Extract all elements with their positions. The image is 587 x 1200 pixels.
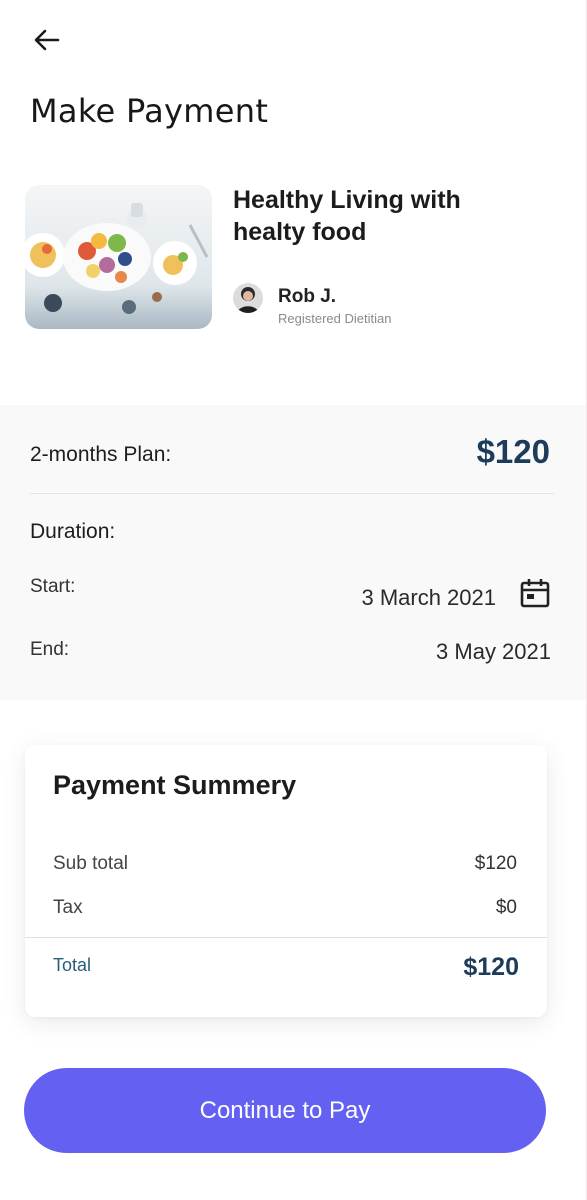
end-date: 3 May 2021: [436, 639, 551, 664]
page-title: Make Payment: [30, 92, 269, 130]
tax-value: $0: [495, 897, 517, 918]
tax-label: Tax: [53, 897, 83, 918]
author-photo: [233, 283, 263, 313]
divider: [25, 937, 547, 938]
course-title[interactable]: Healthy Living with healty food: [233, 184, 533, 248]
plan-price: $120: [476, 433, 550, 470]
start-date[interactable]: 3 March 2021: [361, 585, 496, 611]
arrow-left-icon: [34, 29, 60, 51]
payment-screen: Make Payment Healthy Living with healty …: [0, 0, 587, 1200]
course-thumbnail[interactable]: [25, 185, 212, 329]
calendar-icon: [520, 579, 550, 608]
total-label: Total: [53, 955, 92, 975]
continue-to-pay-button[interactable]: Continue to Pay: [24, 1068, 546, 1153]
payment-summary-card: Payment Summery Sub total $120 Tax $0 To…: [25, 745, 547, 1017]
duration-label: Duration:: [30, 520, 116, 543]
calendar-button[interactable]: [519, 577, 551, 609]
plan-label: 2-months Plan:: [30, 443, 172, 466]
subtotal-label: Sub total: [53, 853, 128, 874]
end-label: End:: [30, 639, 70, 660]
author-name: Rob J.: [278, 286, 337, 307]
author-role: Registered Dietitian: [278, 311, 392, 326]
avatar: [233, 283, 263, 313]
back-button[interactable]: [28, 24, 64, 56]
subtotal-value: $120: [474, 853, 517, 874]
divider: [30, 493, 554, 494]
total-value: $120: [463, 953, 519, 981]
start-label: Start:: [30, 576, 76, 597]
summary-title: Payment Summery: [53, 770, 297, 800]
healthy-food-platter-image: [25, 185, 212, 329]
